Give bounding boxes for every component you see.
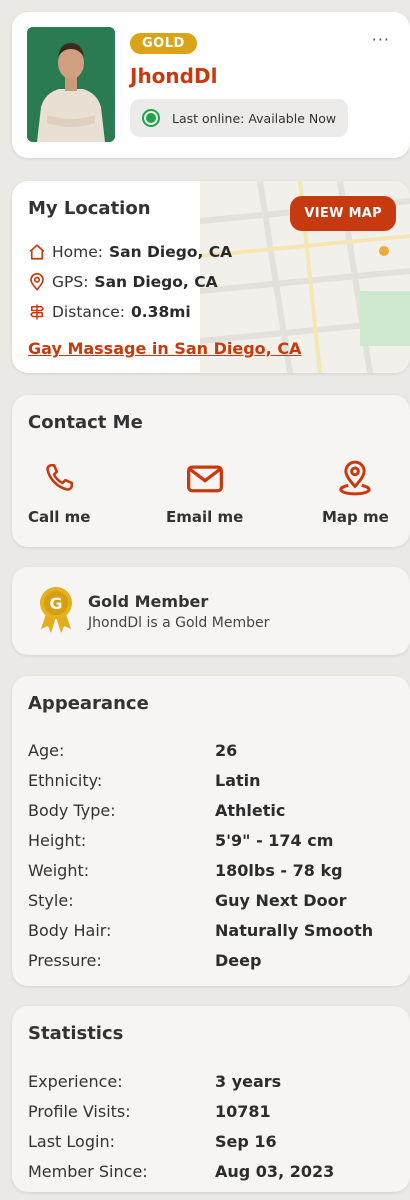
gold-badge: GOLD bbox=[130, 33, 197, 54]
view-map-button[interactable]: VIEW MAP bbox=[290, 196, 396, 231]
distance-row: Distance: 0.38mi bbox=[28, 303, 191, 321]
map-me-button[interactable]: Map me bbox=[322, 458, 389, 526]
more-options-icon[interactable]: ··· bbox=[372, 32, 390, 48]
attribute-row: Style: Guy Next Door bbox=[28, 885, 400, 915]
distance-value: 0.38mi bbox=[131, 303, 191, 321]
attribute-row: Age: 26 bbox=[28, 735, 400, 765]
statistic-row: Experience: 3 years bbox=[28, 1066, 400, 1096]
gold-member-card: G Gold Member JhondDl is a Gold Member bbox=[12, 567, 410, 655]
avatar[interactable] bbox=[27, 27, 115, 142]
attribute-row: Weight: 180lbs - 78 kg bbox=[28, 855, 400, 885]
svg-text:G: G bbox=[49, 594, 62, 613]
phone-icon bbox=[46, 463, 74, 491]
attribute-value: 180lbs - 78 kg bbox=[215, 860, 343, 880]
contact-card: Contact Me Call me Email me Map me bbox=[12, 395, 410, 547]
contact-title: Contact Me bbox=[28, 412, 143, 433]
attribute-label: Body Hair: bbox=[28, 920, 112, 940]
home-value: San Diego, CA bbox=[109, 243, 233, 261]
attribute-label: Body Type: bbox=[28, 800, 116, 820]
appearance-title: Appearance bbox=[28, 693, 149, 714]
attribute-value: Athletic bbox=[215, 800, 286, 820]
envelope-icon bbox=[186, 465, 223, 493]
attribute-label: Age: bbox=[28, 740, 65, 760]
attribute-row: Height: 5'9" - 174 cm bbox=[28, 825, 400, 855]
attribute-label: Pressure: bbox=[28, 950, 102, 970]
gold-member-subtitle: JhondDl is a Gold Member bbox=[88, 615, 270, 631]
call-me-label: Call me bbox=[28, 508, 91, 526]
statistic-value: 10781 bbox=[215, 1101, 271, 1121]
map-pin-icon bbox=[339, 460, 372, 496]
attribute-row: Body Hair: Naturally Smooth bbox=[28, 915, 400, 945]
attribute-value: Guy Next Door bbox=[215, 890, 347, 910]
attribute-row: Body Type: Athletic bbox=[28, 795, 400, 825]
attribute-value: Deep bbox=[215, 950, 262, 970]
map-me-label: Map me bbox=[322, 508, 389, 526]
attribute-label: Weight: bbox=[28, 860, 90, 880]
statistic-value: Sep 16 bbox=[215, 1131, 277, 1151]
attribute-row: Pressure: Deep bbox=[28, 945, 400, 975]
home-icon bbox=[29, 244, 45, 260]
attribute-label: Style: bbox=[28, 890, 74, 910]
location-card: My Location VIEW MAP Home: San Diego, CA… bbox=[12, 181, 410, 373]
attribute-value: 26 bbox=[215, 740, 238, 760]
statistic-row: Last Login: Sep 16 bbox=[28, 1126, 400, 1156]
statistic-value: 3 years bbox=[215, 1071, 282, 1091]
email-me-label: Email me bbox=[166, 508, 244, 526]
gold-member-title: Gold Member bbox=[88, 592, 209, 611]
distance-label: Distance: bbox=[52, 303, 125, 321]
statistic-row: Profile Visits: 10781 bbox=[28, 1096, 400, 1126]
statistic-label: Profile Visits: bbox=[28, 1101, 131, 1121]
attribute-label: Ethnicity: bbox=[28, 770, 103, 790]
gold-medal-icon: G bbox=[38, 585, 74, 639]
attribute-label: Height: bbox=[28, 830, 87, 850]
statistic-label: Last Login: bbox=[28, 1131, 115, 1151]
location-pin-icon bbox=[30, 273, 44, 291]
gps-value: San Diego, CA bbox=[94, 273, 218, 291]
attribute-row: Ethnicity: Latin bbox=[28, 765, 400, 795]
attribute-value: 5'9" - 174 cm bbox=[215, 830, 334, 850]
gps-label: GPS: bbox=[52, 273, 89, 291]
attribute-value: Naturally Smooth bbox=[215, 920, 374, 940]
attribute-value: Latin bbox=[215, 770, 261, 790]
statistic-value: Aug 03, 2023 bbox=[215, 1161, 335, 1181]
online-status-text: Last online: Available Now bbox=[172, 110, 337, 126]
appearance-card: Appearance Age: 26 Ethnicity: Latin Body T… bbox=[12, 676, 410, 986]
location-title: My Location bbox=[28, 198, 151, 219]
statistic-label: Member Since: bbox=[28, 1161, 148, 1181]
gps-location-row: GPS: San Diego, CA bbox=[28, 273, 218, 291]
profile-card: GOLD JhondDl Last online: Available Now … bbox=[12, 12, 410, 158]
online-dot-icon bbox=[142, 109, 160, 127]
home-location-row: Home: San Diego, CA bbox=[28, 243, 232, 261]
home-label: Home: bbox=[52, 243, 103, 261]
statistics-card: Statistics Experience: 3 years Profile Vi… bbox=[12, 1006, 410, 1192]
statistic-label: Experience: bbox=[28, 1071, 123, 1091]
statistics-title: Statistics bbox=[28, 1023, 124, 1044]
statistic-row: Member Since: Aug 03, 2023 bbox=[28, 1156, 400, 1186]
username: JhondDl bbox=[130, 64, 218, 88]
signpost-icon bbox=[30, 304, 44, 320]
email-me-button[interactable]: Email me bbox=[166, 458, 243, 526]
online-status: Last online: Available Now bbox=[130, 99, 349, 137]
call-me-button[interactable]: Call me bbox=[28, 458, 90, 526]
massage-location-link[interactable]: Gay Massage in San Diego, CA bbox=[28, 339, 301, 358]
